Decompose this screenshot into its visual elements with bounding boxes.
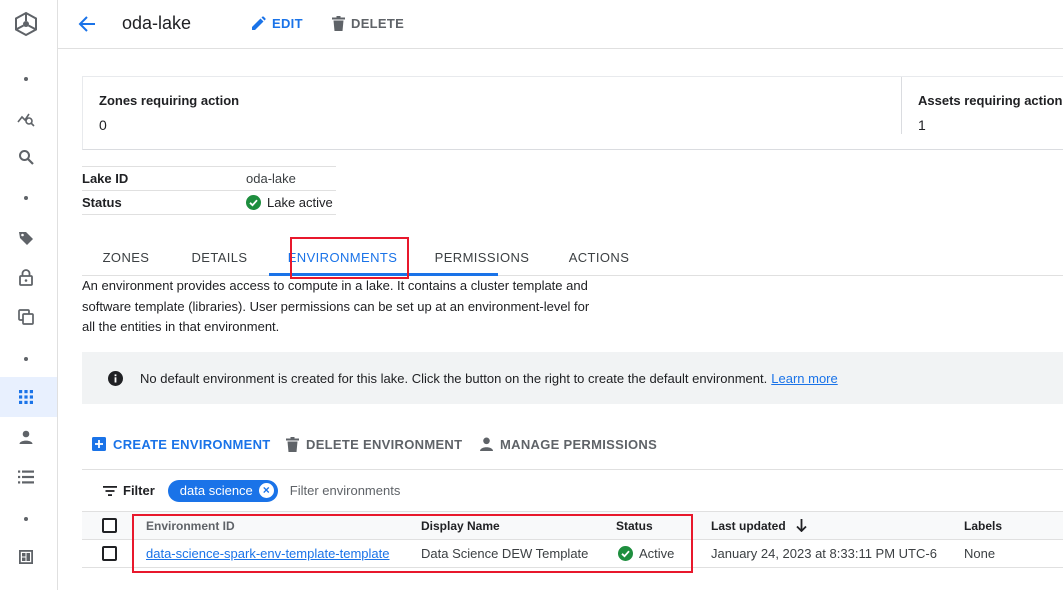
rail-dot — [24, 517, 28, 521]
table-row: data-science-spark-env-template-template… — [82, 540, 1063, 568]
col-labels[interactable]: Labels — [964, 512, 1002, 539]
tab-details[interactable]: DETAILS — [170, 238, 269, 276]
trash-icon — [332, 16, 345, 31]
filter-chip-label: data science — [179, 483, 253, 498]
tab-environments[interactable]: ENVIRONMENTS — [269, 238, 416, 276]
tab-bar: ZONES DETAILS ENVIRONMENTS PERMISSIONS A… — [82, 238, 1063, 276]
assets-requiring-action-value: 1 — [918, 117, 926, 133]
page-header: oda-lake EDIT DELETE — [58, 0, 1063, 49]
manage-permissions-label: MANAGE PERMISSIONS — [500, 436, 658, 452]
chip-close-icon[interactable]: × — [258, 483, 274, 498]
environments-description: An environment provides access to comput… — [82, 278, 590, 334]
lake-id-value: oda-lake — [246, 171, 296, 186]
status-value: Lake active — [267, 195, 333, 210]
col-last-updated[interactable]: Last updated — [711, 512, 807, 539]
tab-permissions[interactable]: PERMISSIONS — [416, 238, 548, 276]
filter-icon — [103, 485, 117, 496]
environment-id-link[interactable]: data-science-spark-env-template-template — [146, 546, 390, 561]
filter-bar: Filter data science × Filter environment… — [82, 469, 1063, 511]
copy-icon[interactable] — [14, 305, 38, 329]
col-display-name[interactable]: Display Name — [421, 512, 500, 539]
assets-requiring-action-label: Assets requiring action — [918, 93, 1063, 108]
banner-text: No default environment is created for th… — [140, 370, 768, 386]
col-last-updated-label: Last updated — [711, 518, 786, 533]
delete-label: DELETE — [351, 16, 405, 31]
rail-dot — [24, 357, 28, 361]
zones-requiring-action-label: Zones requiring action — [99, 93, 240, 108]
filter-label: Filter — [123, 483, 155, 498]
dataplex-logo-icon[interactable] — [13, 11, 39, 37]
check-circle-icon — [246, 195, 261, 210]
select-all-checkbox[interactable] — [102, 512, 117, 539]
person-icon[interactable] — [14, 425, 38, 449]
delete-environment-button[interactable]: DELETE ENVIRONMENT — [286, 434, 462, 454]
page-title: oda-lake — [122, 13, 192, 33]
col-status[interactable]: Status — [616, 512, 653, 539]
create-environment-button[interactable]: CREATE ENVIRONMENT — [92, 434, 271, 454]
check-circle-icon — [618, 546, 633, 561]
edit-label: EDIT — [272, 16, 303, 31]
edit-button[interactable]: EDIT — [251, 16, 303, 31]
search-icon[interactable] — [14, 145, 38, 169]
labels-cell: None — [964, 546, 996, 561]
arrow-down-icon — [796, 519, 807, 532]
status-row: Status Lake active — [82, 191, 336, 215]
col-environment-id[interactable]: Environment ID — [146, 512, 235, 539]
lock-icon[interactable] — [14, 265, 38, 289]
status-cell: Active — [618, 540, 674, 567]
status-key: Status — [82, 195, 122, 210]
learn-more-link[interactable]: Learn more — [771, 371, 837, 386]
row-checkbox[interactable] — [102, 540, 117, 567]
pencil-icon — [252, 16, 266, 30]
grid-icon[interactable] — [14, 385, 38, 409]
create-environment-label: CREATE ENVIRONMENT — [113, 436, 271, 452]
dashboard-icon[interactable] — [14, 545, 38, 569]
last-updated-cell: January 24, 2023 at 8:33:11 PM UTC-6 — [711, 546, 937, 561]
trash-icon — [286, 436, 299, 452]
delete-environment-label: DELETE ENVIRONMENT — [306, 436, 463, 452]
filter-chip[interactable]: data science × — [167, 479, 278, 502]
info-banner: No default environment is created for th… — [82, 352, 1063, 404]
chart-search-icon[interactable] — [14, 106, 38, 130]
info-icon — [108, 370, 123, 386]
list-icon[interactable] — [14, 465, 38, 489]
delete-button[interactable]: DELETE — [332, 16, 404, 31]
table-header: Environment ID Display Name Status Last … — [82, 511, 1063, 540]
status-cell-label: Active — [639, 546, 675, 561]
filter-input[interactable]: Filter environments — [290, 483, 401, 498]
lake-id-key: Lake ID — [82, 171, 129, 186]
tab-zones[interactable]: ZONES — [82, 238, 170, 276]
rail-dot — [24, 77, 28, 81]
add-box-icon — [92, 437, 106, 451]
display-name-cell: Data Science DEW Template — [421, 546, 589, 561]
person-icon — [480, 437, 493, 451]
back-arrow-icon[interactable] — [78, 15, 98, 35]
zones-requiring-action-value: 0 — [99, 117, 107, 133]
summary-divider — [901, 77, 902, 134]
tag-icon[interactable] — [14, 226, 38, 250]
lake-id-row: Lake ID oda-lake — [82, 167, 336, 191]
manage-permissions-button[interactable]: MANAGE PERMISSIONS — [480, 434, 657, 454]
status-value-wrap: Lake active — [246, 195, 333, 210]
summary-card — [82, 76, 1063, 150]
left-nav-rail — [0, 0, 58, 590]
tab-actions[interactable]: ACTIONS — [548, 238, 650, 276]
rail-dot — [24, 196, 28, 200]
